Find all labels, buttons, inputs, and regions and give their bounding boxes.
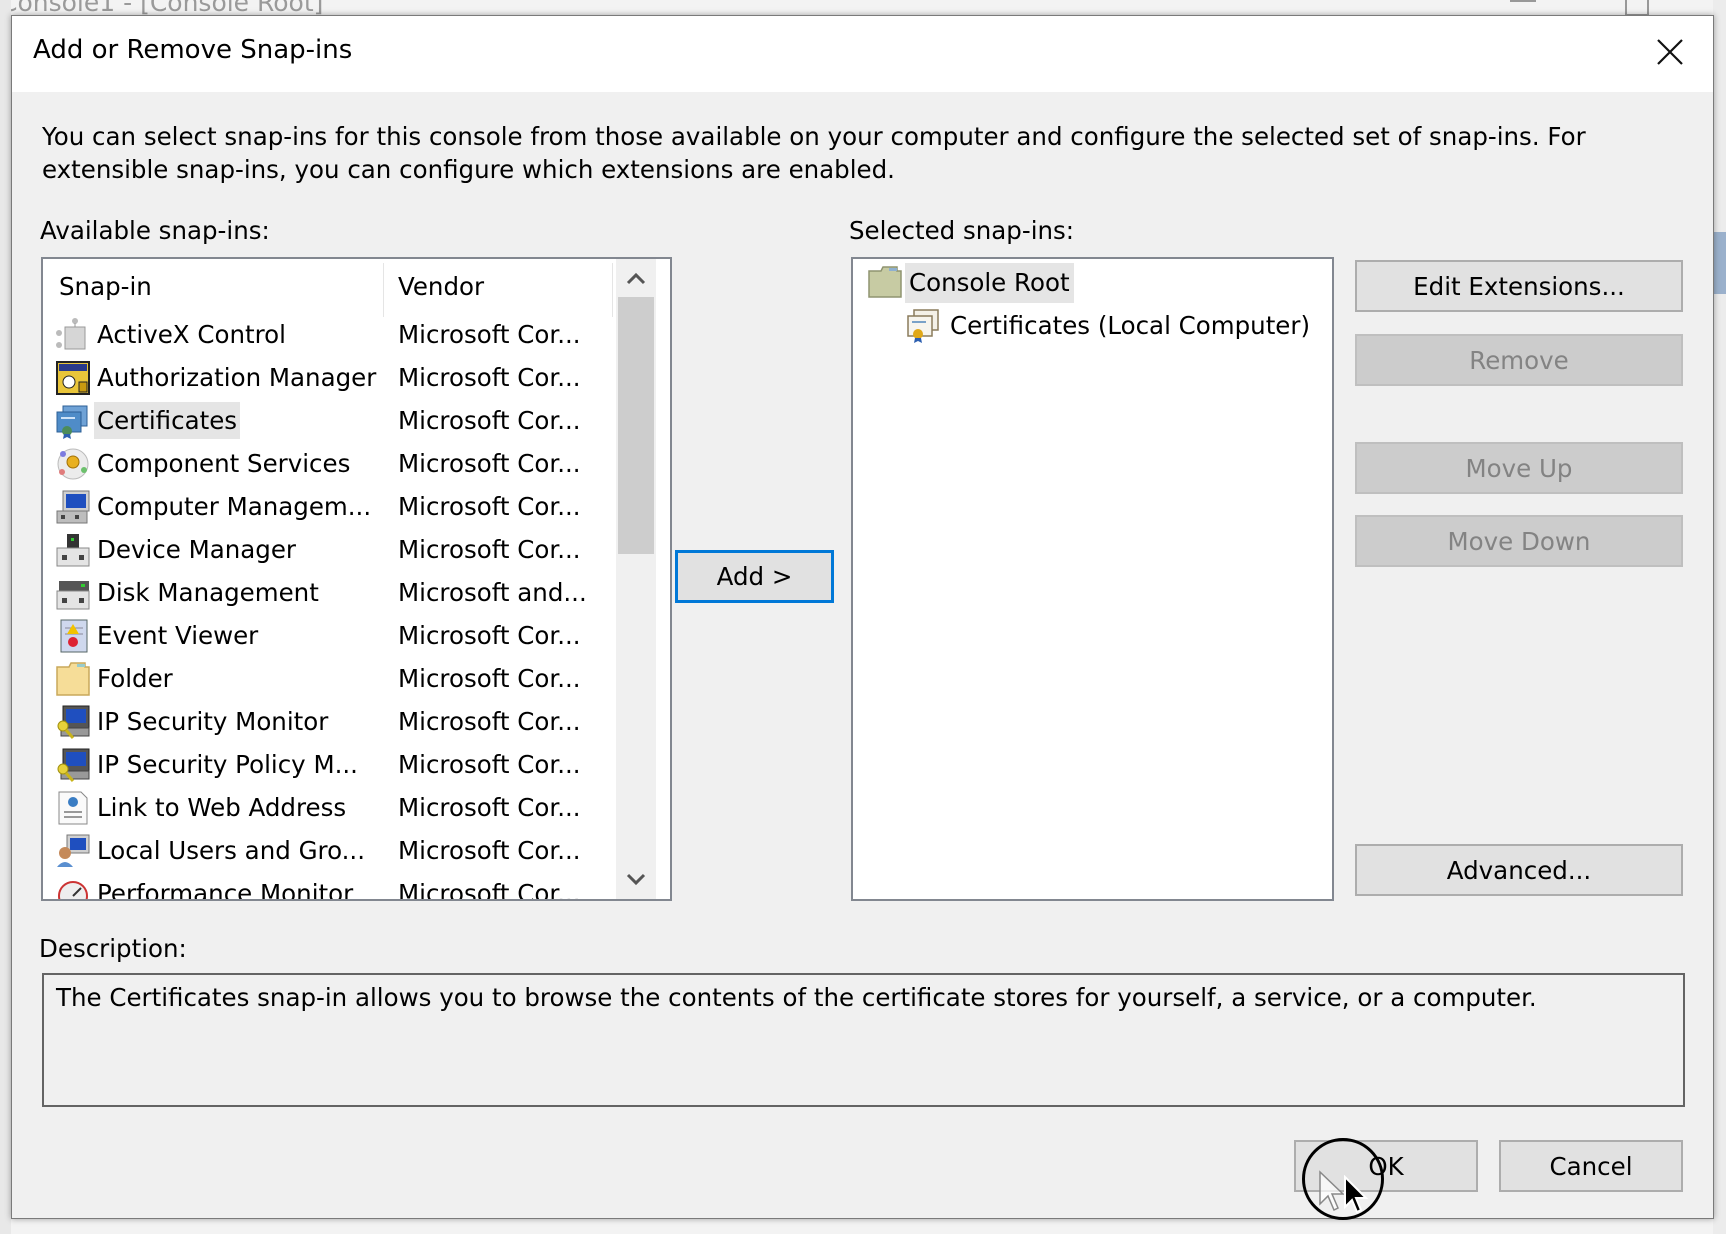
snapin-name: IP Security Monitor — [97, 707, 329, 736]
certificates-icon — [907, 309, 939, 343]
snapin-list-item[interactable]: Local Users and Gro... Microsoft Cor... — [43, 829, 613, 872]
remove-button[interactable]: Remove — [1355, 334, 1683, 386]
background-window-selection — [1713, 232, 1726, 294]
list-scrollbar[interactable] — [616, 259, 656, 899]
performance-monitor-icon — [58, 881, 88, 899]
console-root-folder-icon — [868, 266, 902, 298]
column-divider[interactable] — [612, 263, 613, 317]
dialog-title: Add or Remove Snap-ins — [33, 35, 353, 65]
snapin-name: Authorization Manager — [97, 363, 377, 392]
snapin-name: Certificates — [94, 402, 241, 439]
chevron-down-icon — [626, 873, 646, 886]
snapin-name: Component Services — [97, 449, 351, 478]
intro-line-1: You can select snap-ins for this console… — [42, 122, 1586, 151]
snapin-name: Link to Web Address — [97, 793, 347, 822]
cursor-ghost-icon — [1319, 1170, 1345, 1212]
snapin-name: ActiveX Control — [97, 320, 286, 349]
scroll-thumb[interactable] — [618, 297, 654, 554]
intro-text: You can select snap-ins for this console… — [42, 120, 1682, 186]
dialog-titlebar: Add or Remove Snap-ins — [12, 16, 1713, 92]
snapin-name: IP Security Policy M... — [97, 750, 358, 779]
event-viewer-icon — [60, 619, 88, 653]
snapin-name: Local Users and Gro... — [97, 836, 366, 865]
snapin-list-item[interactable]: Component Services Microsoft Cor... — [43, 442, 613, 485]
snapin-list-item[interactable]: IP Security Monitor Microsoft Cor... — [43, 700, 613, 743]
description-box: The Certificates snap-in allows you to b… — [42, 973, 1685, 1107]
background-window-right-edge — [1713, 0, 1726, 1234]
scroll-up-button[interactable] — [616, 259, 656, 299]
mouse-pointer-icon — [1344, 1175, 1369, 1214]
local-users-icon — [57, 834, 90, 867]
snapin-name: Device Manager — [97, 535, 296, 564]
column-divider[interactable] — [383, 263, 384, 317]
folder-icon — [56, 662, 90, 696]
snapin-vendor: Microsoft Cor... — [398, 664, 581, 693]
snapin-vendor: Microsoft Cor... — [398, 707, 581, 736]
available-snapins-list[interactable]: Snap-in Vendor ActiveX Control Microsoft … — [41, 257, 672, 901]
advanced-button[interactable]: Advanced... — [1355, 844, 1683, 896]
description-label: Description: — [39, 934, 187, 963]
snapin-vendor: Microsoft Cor... — [398, 320, 581, 349]
close-button[interactable] — [1642, 26, 1698, 78]
snapin-vendor: Microsoft Cor... — [398, 621, 581, 650]
snapin-list-item[interactable]: Disk Management Microsoft and... — [43, 571, 613, 614]
tree-item-label: Console Root — [905, 263, 1074, 303]
cancel-button[interactable]: Cancel — [1499, 1140, 1683, 1192]
snapin-name: Performance Monitor — [97, 879, 354, 901]
ip-security-policy-icon — [57, 748, 90, 782]
ip-security-monitor-icon — [57, 705, 90, 739]
column-header-vendor[interactable]: Vendor — [398, 272, 484, 301]
device-manager-icon — [56, 534, 90, 567]
activex-icon — [56, 318, 86, 350]
snapin-name: Folder — [97, 664, 173, 693]
move-down-button[interactable]: Move Down — [1355, 515, 1683, 567]
computer-management-icon — [56, 490, 90, 524]
snapin-vendor: Microsoft Cor... — [398, 492, 581, 521]
column-header-snapin[interactable]: Snap-in — [59, 272, 152, 301]
selected-snapins-label: Selected snap-ins: — [849, 216, 1075, 245]
snapin-name: Disk Management — [97, 578, 319, 607]
snapin-vendor: Microsoft Cor... — [398, 836, 581, 865]
snapin-vendor: Microsoft Cor... — [398, 363, 581, 392]
background-minimize-icon — [1510, 0, 1536, 2]
snapin-vendor: Microsoft Cor... — [398, 750, 581, 779]
selected-snapins-tree[interactable]: Console Root Certificates (Local Compute… — [851, 257, 1334, 901]
snapin-list-item[interactable]: Event Viewer Microsoft Cor... — [43, 614, 613, 657]
edit-extensions-button[interactable]: Edit Extensions... — [1355, 260, 1683, 312]
chevron-up-icon — [626, 272, 646, 285]
snapin-vendor: Microsoft Cor... — [398, 535, 581, 564]
close-icon — [1657, 39, 1683, 65]
snapin-list-item[interactable]: IP Security Policy M... Microsoft Cor... — [43, 743, 613, 786]
certificates-icon — [56, 405, 88, 439]
snapin-list-item[interactable]: Link to Web Address Microsoft Cor... — [43, 786, 613, 829]
snapin-name: Computer Managem... — [97, 492, 372, 521]
move-up-button[interactable]: Move Up — [1355, 442, 1683, 494]
snapin-list-item[interactable]: Device Manager Microsoft Cor... — [43, 528, 613, 571]
add-button[interactable]: Add > — [675, 550, 834, 603]
component-services-icon — [57, 448, 89, 480]
snapin-list-item[interactable]: Performance Monitor Microsoft Cor... — [43, 872, 613, 901]
snapin-list-item[interactable]: ActiveX Control Microsoft Cor... — [43, 313, 613, 356]
snapin-list-item[interactable]: Authorization Manager Microsoft Cor... — [43, 356, 613, 399]
background-maximize-icon — [1625, 0, 1649, 16]
available-snapins-label: Available snap-ins: — [40, 216, 270, 245]
tree-item-label: Certificates (Local Computer) — [950, 311, 1311, 340]
description-text: The Certificates snap-in allows you to b… — [56, 983, 1537, 1012]
snapin-vendor: Microsoft Cor... — [398, 793, 581, 822]
scroll-down-button[interactable] — [616, 859, 656, 899]
intro-line-2: extensible snap-ins, you can configure w… — [42, 155, 895, 184]
authorization-manager-icon — [56, 361, 90, 395]
snapin-name: Event Viewer — [97, 621, 259, 650]
web-link-icon — [58, 791, 88, 825]
snapin-vendor: Microsoft Cor... — [398, 449, 581, 478]
snapin-vendor: Microsoft and... — [398, 578, 587, 607]
snapin-list-item[interactable]: Certificates Microsoft Cor... — [43, 399, 613, 442]
snapin-list-item[interactable]: Folder Microsoft Cor... — [43, 657, 613, 700]
snapin-list-item[interactable]: Computer Managem... Microsoft Cor... — [43, 485, 613, 528]
background-window-left-edge — [0, 0, 11, 1234]
disk-management-icon — [56, 581, 90, 610]
add-remove-snapins-dialog: Add or Remove Snap-ins You can select sn… — [11, 15, 1714, 1219]
snapin-vendor: Microsoft Cor... — [398, 406, 581, 435]
snapin-vendor: Microsoft Cor... — [398, 879, 581, 901]
